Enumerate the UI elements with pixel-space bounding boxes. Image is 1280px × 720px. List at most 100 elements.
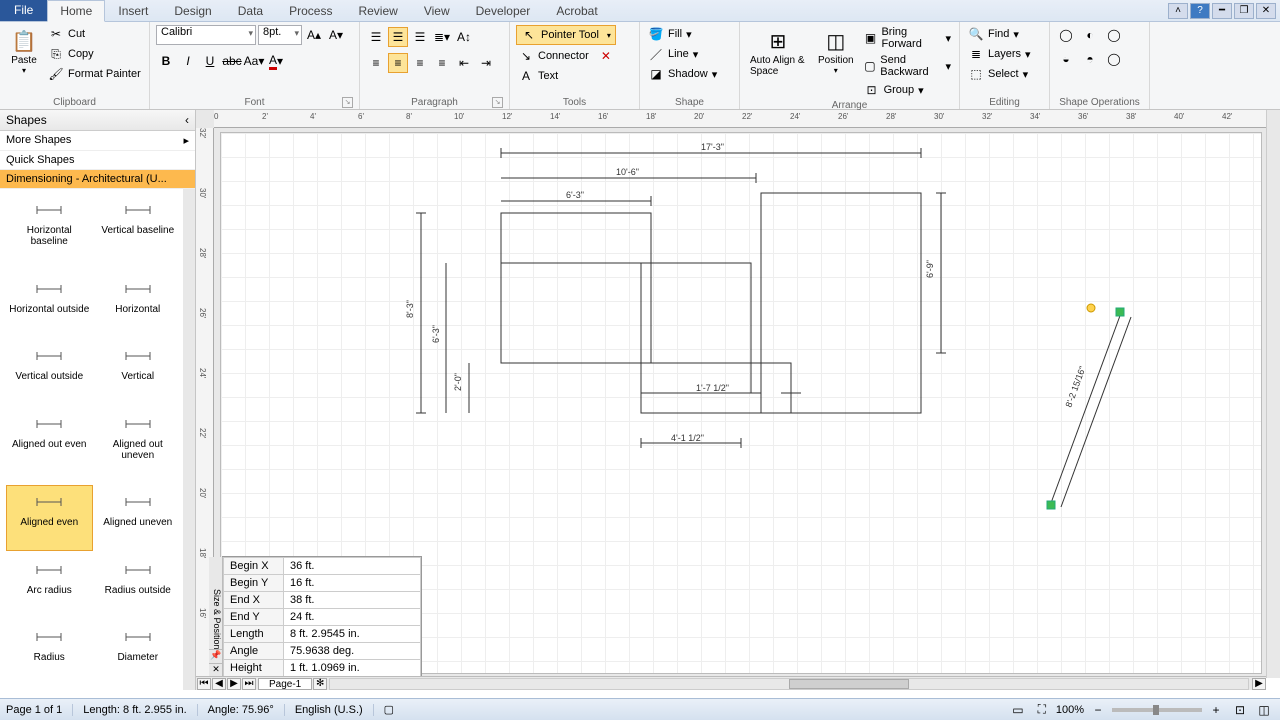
delete-connector-icon[interactable]: ✕ [598,48,614,64]
stencil-shape-vertical-outside[interactable]: Vertical outside [6,339,93,405]
increase-indent-button[interactable]: ⇥ [476,53,496,73]
macro-record-icon[interactable]: ▢ [384,703,394,716]
sizepos-value[interactable]: 16 ft. [284,575,421,592]
align-left-button[interactable]: ≡ [366,53,386,73]
tab-data[interactable]: Data [225,0,276,21]
select-button[interactable]: ⬚Select ▾ [966,65,1033,83]
group-button[interactable]: ⊡Group ▾ [862,81,953,99]
sizepos-value[interactable]: 75.9638 deg. [284,643,421,660]
sizepos-value[interactable]: 8 ft. 2.9545 in. [284,626,421,643]
bold-button[interactable]: B [156,51,176,71]
prev-page-button[interactable]: ◀ [212,678,226,690]
stencil-shape-horizontal[interactable]: Horizontal [95,272,182,338]
stencil-shape-diameter[interactable]: Diameter [95,620,182,686]
shadow-button[interactable]: ◪Shadow ▾ [646,65,719,83]
font-dialog-icon[interactable]: ↘ [342,97,353,108]
union-button[interactable]: ◯ [1056,25,1076,45]
restore-window-icon[interactable]: ❐ [1234,3,1254,19]
switch-windows-button[interactable]: ◫ [1254,700,1274,720]
first-page-button[interactable]: ⏮ [197,678,211,690]
minimize-window-icon[interactable]: ━ [1212,3,1232,19]
stencil-shape-vertical[interactable]: Vertical [95,339,182,405]
tab-design[interactable]: Design [161,0,224,21]
collapse-shapes-icon[interactable]: ‹ [185,113,189,127]
auto-align-button[interactable]: ⊞Auto Align & Space [746,25,810,79]
align-middle-button[interactable]: ☰ [388,27,408,47]
tab-view[interactable]: View [411,0,463,21]
tab-review[interactable]: Review [345,0,410,21]
text-tool-button[interactable]: AText [516,67,616,85]
tab-developer[interactable]: Developer [463,0,544,21]
position-button[interactable]: ◫Position▾ [814,25,858,77]
tab-home[interactable]: Home [47,0,105,22]
decrease-indent-button[interactable]: ⇤ [454,53,474,73]
stencil-shape-aligned-out-uneven[interactable]: Aligned out uneven [95,407,182,484]
size-position-pin-icon[interactable]: 📌 [209,649,223,663]
minimize-ribbon-icon[interactable]: ˄ [1168,3,1188,19]
presentation-mode-icon[interactable]: ▭ [1008,700,1028,720]
font-name-combo[interactable]: Calibri [156,25,256,45]
pointer-tool-button[interactable]: ↖Pointer Tool▾ [516,25,616,45]
status-language[interactable]: English (U.S.) [295,704,374,716]
quick-shapes-item[interactable]: Quick Shapes [0,151,195,170]
paragraph-dialog-icon[interactable]: ↘ [492,97,503,108]
send-backward-button[interactable]: ▢Send Backward ▾ [862,53,953,79]
paste-button[interactable]: 📋Paste▾ [6,25,42,77]
text-direction-button[interactable]: A↕ [454,27,474,47]
copy-button[interactable]: ⎘Copy [46,45,143,63]
new-page-button[interactable]: ✻ [313,678,327,690]
fit-page-button[interactable]: ⊡ [1230,700,1250,720]
connector-tool-button[interactable]: ↘Connector✕ [516,47,616,65]
cut-button[interactable]: ✂Cut [46,25,143,43]
bring-forward-button[interactable]: ▣Bring Forward ▾ [862,25,953,51]
stencil-shape-aligned-out-even[interactable]: Aligned out even [6,407,93,484]
change-case-button[interactable]: Aa▾ [244,51,264,71]
align-center-button[interactable]: ≡ [388,53,408,73]
sizepos-value[interactable]: 1 ft. 1.0969 in. [284,660,421,677]
combine-button[interactable]: ◓ [1080,49,1100,69]
grow-font-button[interactable]: A▴ [304,25,324,45]
last-page-button[interactable]: ⏭ [242,678,256,690]
intersect-button[interactable]: ◯ [1104,25,1124,45]
tab-process[interactable]: Process [276,0,345,21]
format-painter-button[interactable]: 🖌Format Painter [46,65,143,83]
stencil-shape-vertical-baseline[interactable]: Vertical baseline [95,193,182,270]
layers-button[interactable]: ≣Layers ▾ [966,45,1033,63]
stencil-shape-aligned-even[interactable]: Aligned even [6,485,93,551]
stencil-shape-arc-radius[interactable]: Arc radius [6,553,93,619]
fill-button[interactable]: 🪣Fill ▾ [646,25,719,43]
strikethrough-button[interactable]: abc [222,51,242,71]
stencil-shape-horizontal-outside[interactable]: Horizontal outside [6,272,93,338]
close-window-icon[interactable]: ✕ [1256,3,1276,19]
align-right-button[interactable]: ≡ [410,53,430,73]
stencil-shape-aligned-uneven[interactable]: Aligned uneven [95,485,182,551]
size-position-close-icon[interactable]: ✕ [209,663,223,677]
full-screen-icon[interactable]: ⛶ [1032,700,1052,720]
vertical-scrollbar[interactable] [1266,110,1280,678]
page-tab-1[interactable]: Page-1 [258,678,312,690]
font-size-combo[interactable]: 8pt. [258,25,302,45]
size-position-window[interactable]: Size & Position 📌 ✕ Begin X36 ft.Begin Y… [222,556,422,678]
find-button[interactable]: 🔍Find ▾ [966,25,1033,43]
zoom-out-button[interactable]: − [1088,700,1108,720]
align-bottom-button[interactable]: ☰ [410,27,430,47]
underline-button[interactable]: U [200,51,220,71]
tab-acrobat[interactable]: Acrobat [543,0,610,21]
stencil-shape-horizontal-baseline[interactable]: Horizontal baseline [6,193,93,270]
sizepos-value[interactable]: 24 ft. [284,609,421,626]
horizontal-scrollbar[interactable] [329,678,1249,690]
sizepos-value[interactable]: 38 ft. [284,592,421,609]
more-shapes-item[interactable]: More Shapes▸ [0,131,195,151]
stencil-dimensioning-item[interactable]: Dimensioning - Architectural (U... [0,170,195,189]
fragment-button[interactable]: ◒ [1056,49,1076,69]
scroll-right-button[interactable]: ▶ [1252,678,1266,690]
zoom-in-button[interactable]: + [1206,700,1226,720]
file-tab[interactable]: File [0,0,47,21]
shrink-font-button[interactable]: A▾ [326,25,346,45]
stencil-shape-radius-outside[interactable]: Radius outside [95,553,182,619]
next-page-button[interactable]: ▶ [227,678,241,690]
help-icon[interactable]: ? [1190,3,1210,19]
align-justify-button[interactable]: ≡ [432,53,452,73]
sizepos-value[interactable]: 36 ft. [284,558,421,575]
align-top-button[interactable]: ☰ [366,27,386,47]
